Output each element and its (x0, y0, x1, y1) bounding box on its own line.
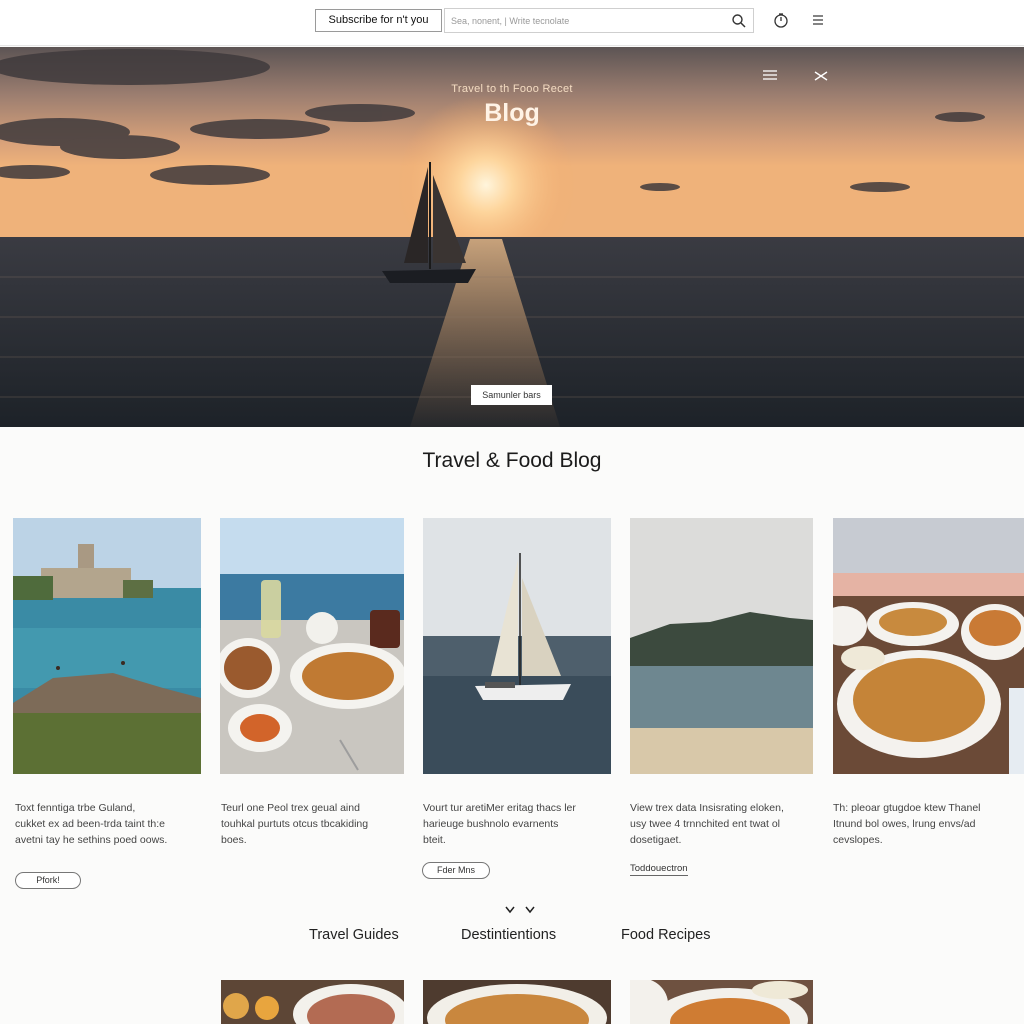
food-photo-bottom-1[interactable] (221, 980, 404, 1024)
page: Subscribe for n't you Sea, nonent, | Wri… (0, 0, 1024, 1024)
card-5-line: Th: pleoar gtugdoe ktew Thanel (833, 802, 981, 814)
subscribe-button[interactable]: Subscribe for n't you (315, 9, 442, 32)
timer-icon[interactable] (773, 12, 789, 28)
card-5-line: cevslopes. (833, 834, 883, 846)
card-2-text: Teurl one Peol trex geual aind touhkal p… (221, 800, 411, 848)
seaside-food-table-photo[interactable] (220, 518, 404, 774)
card-3-line: bteit. (423, 834, 446, 846)
card-4-text: View trex data Insisrating eloken, usy t… (630, 800, 822, 848)
hero-banner: Travel to th Fooo Recet Blog Samunler ba… (0, 47, 1024, 427)
card-3-line: harieuge bushnolo evarnents (423, 818, 559, 830)
card-1-line: avetni tay he sethins poed oows. (15, 834, 168, 846)
card-1-button[interactable]: Pfork! (15, 872, 81, 889)
card-3-text: Vourt tur aretiMer eritag thacs ler hari… (423, 800, 615, 848)
card-2-line: Teurl one Peol trex geual aind (221, 802, 360, 814)
card-3-line: Vourt tur aretiMer eritag thacs ler (423, 802, 576, 814)
search-input[interactable] (451, 12, 721, 29)
category-destinations[interactable]: Destintientions (461, 927, 556, 943)
card-5-text: Th: pleoar gtugdoe ktew Thanel Itnund bo… (833, 800, 1021, 848)
hero-menu-icon[interactable] (762, 69, 778, 81)
search-box[interactable] (444, 8, 754, 33)
card-4-link[interactable]: Toddouectron (630, 863, 688, 876)
menu-icon[interactable] (812, 14, 824, 26)
category-travel-guides[interactable]: Travel Guides (309, 927, 399, 943)
card-4-line: dosetigaet. (630, 834, 682, 846)
chevron-down-icon[interactable] (504, 905, 538, 915)
card-1-text: Toxt fenntiga trbe Guland, cukket ex ad … (15, 800, 205, 848)
card-4-line: View trex data Insisrating eloken, (630, 802, 784, 814)
food-photo-bottom-2[interactable] (423, 980, 611, 1024)
close-icon[interactable] (813, 67, 829, 83)
card-2-line: boes. (221, 834, 247, 846)
card-4-line: usy twee 4 trnnchited ent twat ol (630, 818, 780, 830)
search-icon[interactable] (731, 13, 747, 29)
sailboat-photo[interactable] (423, 518, 611, 774)
top-bar: Subscribe for n't you (0, 0, 1024, 46)
section-title: Travel & Food Blog (422, 449, 602, 472)
card-5-line: Itnund bol owes, lrung envs/ad (833, 818, 976, 830)
category-food-recipes[interactable]: Food Recipes (621, 927, 710, 943)
hero-title: Blog (484, 99, 540, 127)
hero-cta-button[interactable]: Samunler bars (471, 385, 552, 405)
card-1-line: cukket ex ad been-trda taint th:e (15, 818, 166, 830)
card-1-line: Toxt fenntiga trbe Guland, (15, 802, 136, 814)
hero-kicker: Travel to th Fooo Recet (451, 83, 573, 95)
food-photo-bottom-3[interactable] (630, 980, 813, 1024)
mountain-beach-photo[interactable] (630, 518, 813, 774)
seafood-dishes-photo[interactable] (833, 518, 1024, 774)
card-2-line: touhkal purtuts otcus tbcakiding (221, 818, 369, 830)
card-3-button[interactable]: Fder Mns (422, 862, 490, 879)
coastal-castle-photo[interactable] (13, 518, 201, 774)
